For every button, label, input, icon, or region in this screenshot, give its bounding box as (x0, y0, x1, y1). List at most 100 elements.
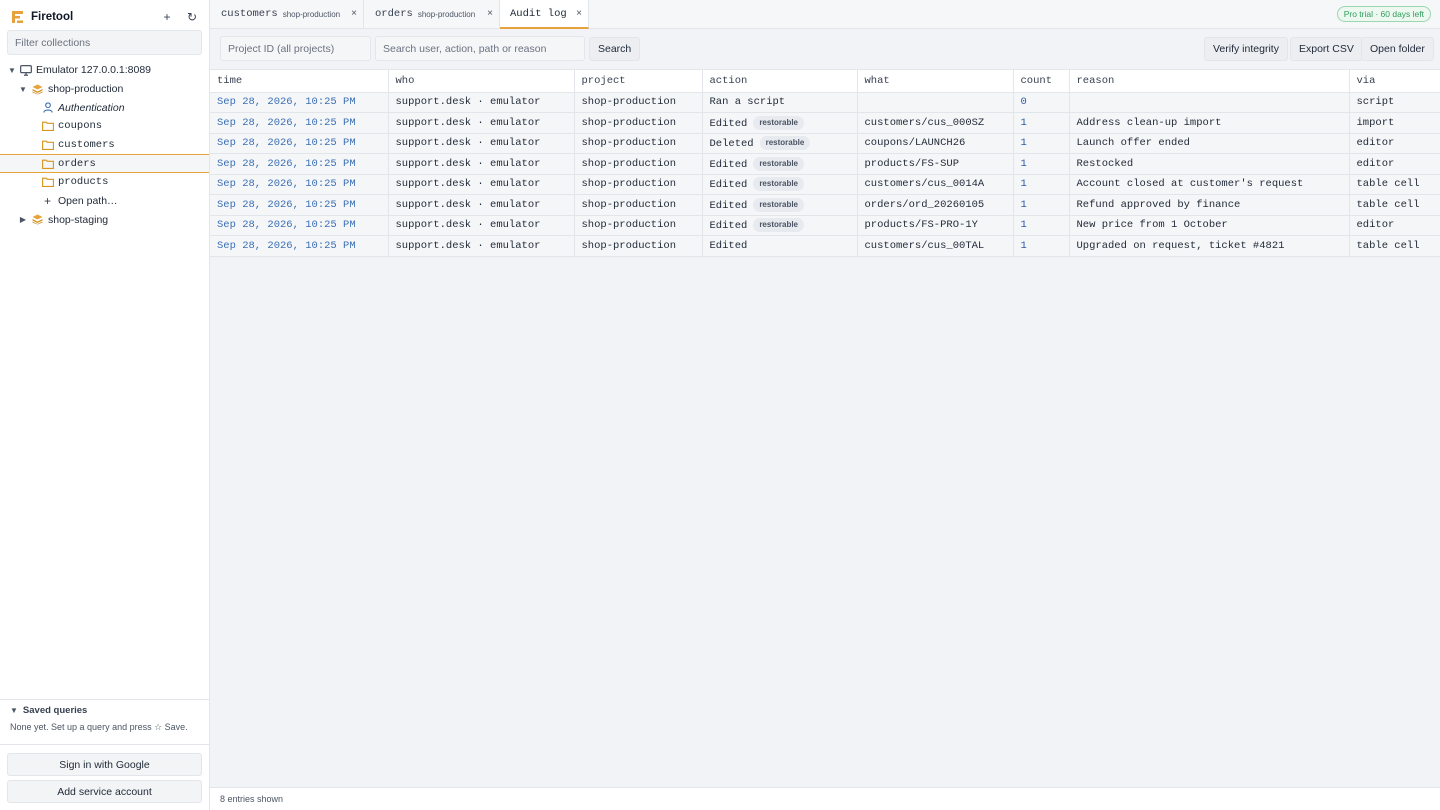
cell-via: editor (1349, 133, 1440, 154)
app-name: Firetool (31, 10, 74, 23)
tree-item-authentication[interactable]: Authentication (0, 98, 209, 117)
cell-time[interactable]: Sep 28, 2026, 10:25 PM (210, 133, 389, 154)
caret-down-icon[interactable]: ▼ (18, 85, 28, 94)
cell-via: table cell (1349, 194, 1440, 216)
close-icon[interactable]: × (487, 8, 493, 19)
open-folder-button[interactable]: Open folder (1361, 37, 1434, 61)
cell-project: shop-production (574, 133, 703, 154)
table-row[interactable]: Sep 28, 2026, 10:25 PM support.desk · em… (210, 92, 1440, 113)
cell-project: shop-production (574, 174, 703, 195)
folder-icon (41, 158, 54, 170)
column-header-what[interactable]: what (857, 70, 1014, 93)
verify-integrity-button[interactable]: Verify integrity (1204, 37, 1288, 61)
tab-orders[interactable]: orders shop-production × (364, 0, 500, 28)
cell-project: shop-production (574, 153, 703, 175)
cell-what[interactable]: products/FS-SUP (857, 153, 1014, 175)
tab-project: shop-production (417, 9, 476, 19)
column-header-who[interactable]: who (388, 70, 575, 93)
tree-item-label: orders (58, 157, 96, 170)
cell-action: Deleted restorable (702, 133, 858, 154)
table-row[interactable]: Sep 28, 2026, 10:25 PM support.desk · em… (210, 153, 1440, 175)
refresh-button[interactable]: ↻ (184, 9, 200, 25)
close-icon[interactable]: × (351, 8, 357, 19)
tree-item-products[interactable]: products (0, 173, 209, 192)
action-text: Edited (709, 239, 748, 252)
tree-item-label: products (58, 176, 109, 189)
restorable-badge[interactable]: restorable (759, 136, 811, 151)
export-csv-button[interactable]: Export CSV (1290, 37, 1363, 61)
refresh-icon: ↻ (186, 10, 198, 24)
caret-down-icon[interactable]: ▼ (10, 706, 18, 715)
table-row[interactable]: Sep 28, 2026, 10:25 PM support.desk · em… (210, 133, 1440, 154)
tree-item-emulator[interactable]: ▼ Emulator 127.0.0.1:8089 (0, 61, 209, 80)
table-row[interactable]: Sep 28, 2026, 10:25 PM support.desk · em… (210, 194, 1440, 216)
cell-time[interactable]: Sep 28, 2026, 10:25 PM (210, 112, 389, 134)
trial-badge[interactable]: Pro trial · 60 days left (1336, 6, 1431, 22)
caret-down-icon[interactable]: ▼ (7, 66, 17, 75)
column-header-time[interactable]: time (210, 70, 389, 93)
add-service-account-button[interactable]: Add service account (7, 780, 202, 803)
cell-time[interactable]: Sep 28, 2026, 10:25 PM (210, 92, 389, 113)
cell-who: support.desk · emulator (388, 174, 575, 195)
cell-time[interactable]: Sep 28, 2026, 10:25 PM (210, 174, 389, 195)
cell-via: table cell (1349, 235, 1440, 257)
column-header-project[interactable]: project (574, 70, 703, 93)
cell-time[interactable]: Sep 28, 2026, 10:25 PM (210, 215, 389, 236)
restorable-badge[interactable]: restorable (753, 177, 804, 192)
restorable-badge[interactable]: restorable (753, 218, 804, 233)
cell-via: script (1349, 92, 1440, 113)
tab-customers[interactable]: customers shop-production × (210, 0, 364, 28)
cell-reason: Address clean-up import (1069, 112, 1350, 134)
saved-queries-panel: ▼ Saved queries None yet. Set up a query… (0, 699, 209, 738)
cell-what[interactable]: customers/cus_0014A (857, 174, 1014, 195)
column-header-count[interactable]: count (1013, 70, 1070, 93)
column-header-reason[interactable]: reason (1069, 70, 1350, 93)
tree-item-orders[interactable]: orders (0, 154, 209, 174)
tab-audit-log[interactable]: Audit log × (500, 0, 589, 29)
project-id-input[interactable] (220, 36, 371, 61)
close-icon[interactable]: × (576, 8, 582, 19)
cell-who: support.desk · emulator (388, 112, 575, 134)
saved-queries-header[interactable]: ▼ Saved queries (10, 705, 199, 716)
table-row[interactable]: Sep 28, 2026, 10:25 PM support.desk · em… (210, 174, 1440, 195)
column-header-via[interactable]: via (1349, 70, 1440, 93)
cell-what[interactable]: customers/cus_000SZ (857, 112, 1014, 134)
tree-item-coupons[interactable]: coupons (0, 117, 209, 136)
column-header-action[interactable]: action (702, 70, 858, 93)
cell-what[interactable]: coupons/LAUNCH26 (857, 133, 1014, 154)
tab-label: orders (375, 8, 413, 20)
table-row[interactable]: Sep 28, 2026, 10:25 PM support.desk · em… (210, 215, 1440, 236)
filter-collections-input[interactable] (7, 30, 202, 55)
sign-in-google-button[interactable]: Sign in with Google (7, 753, 202, 776)
plus-icon: + (163, 10, 171, 24)
cell-reason: Restocked (1069, 153, 1350, 175)
cell-count: 1 (1013, 112, 1070, 134)
add-connection-button[interactable]: + (159, 9, 175, 25)
table-row[interactable]: Sep 28, 2026, 10:25 PM support.desk · em… (210, 235, 1440, 257)
tree-item-customers[interactable]: customers (0, 136, 209, 155)
folder-icon (41, 120, 54, 132)
action-text: Ran a script (709, 96, 786, 109)
cell-what[interactable]: customers/cus_00TAL (857, 235, 1014, 257)
cell-what[interactable]: products/FS-PRO-1Y (857, 215, 1014, 236)
restorable-badge[interactable]: restorable (753, 156, 804, 171)
audit-search-input[interactable] (375, 36, 585, 61)
caret-right-icon[interactable]: ▶ (18, 215, 28, 224)
cell-via: import (1349, 112, 1440, 134)
cell-action: Edited restorable (702, 215, 858, 236)
tree-item-open-path[interactable]: + Open path… (0, 192, 209, 211)
saved-queries-empty: None yet. Set up a query and press ☆ Sav… (10, 722, 188, 732)
cell-via: editor (1349, 215, 1440, 236)
restorable-badge[interactable]: restorable (753, 197, 804, 212)
cell-time[interactable]: Sep 28, 2026, 10:25 PM (210, 235, 389, 257)
cell-what[interactable]: orders/ord_20260105 (857, 194, 1014, 216)
restorable-badge[interactable]: restorable (753, 115, 804, 130)
cell-reason: Refund approved by finance (1069, 194, 1350, 216)
search-button[interactable]: Search (589, 37, 641, 61)
cell-time[interactable]: Sep 28, 2026, 10:25 PM (210, 153, 389, 175)
tree-item-shop-production[interactable]: ▼ shop-production (0, 80, 209, 99)
cell-time[interactable]: Sep 28, 2026, 10:25 PM (210, 194, 389, 216)
table-row[interactable]: Sep 28, 2026, 10:25 PM support.desk · em… (210, 112, 1440, 134)
cell-what[interactable] (857, 92, 1014, 113)
tree-item-shop-staging[interactable]: ▶ shop-staging (0, 211, 209, 230)
